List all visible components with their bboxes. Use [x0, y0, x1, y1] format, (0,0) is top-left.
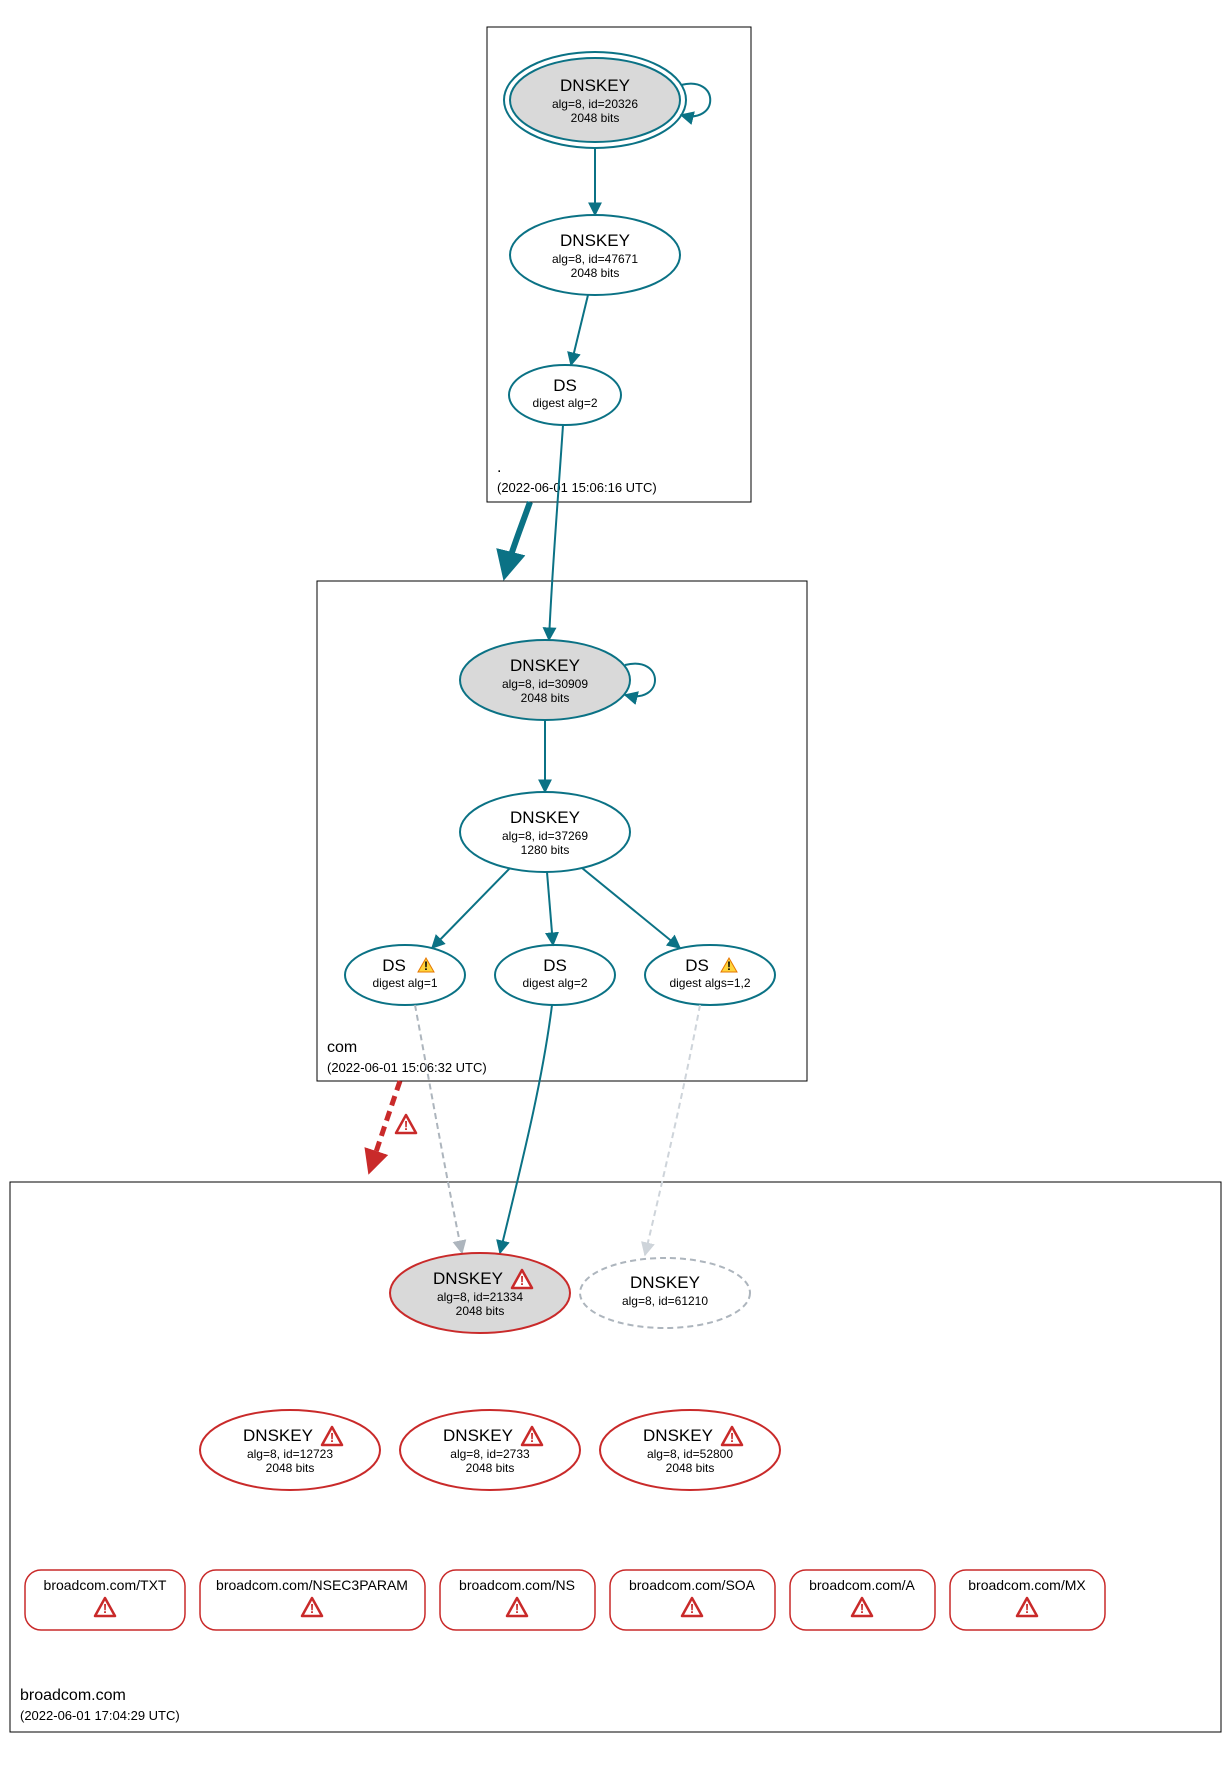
edge-rootds-comksk	[549, 425, 563, 640]
svg-text:1280 bits: 1280 bits	[521, 843, 570, 857]
svg-text:alg=8, id=47671: alg=8, id=47671	[552, 252, 638, 266]
svg-text:2048 bits: 2048 bits	[666, 1461, 715, 1475]
zone-com-timestamp: (2022-06-01 15:06:32 UTC)	[327, 1060, 487, 1075]
svg-text:!: !	[330, 1430, 334, 1445]
svg-text:DS: DS	[382, 956, 406, 975]
record-mx: broadcom.com/MX !	[950, 1570, 1105, 1630]
svg-text:alg=8, id=21334: alg=8, id=21334	[437, 1290, 523, 1304]
com-ds3-node: DS digest algs=1,2 !	[645, 945, 775, 1005]
svg-text:!: !	[310, 1601, 314, 1616]
svg-text:!: !	[424, 959, 428, 973]
root-ds-node: DS digest alg=2	[509, 365, 621, 425]
svg-text:DNSKEY: DNSKEY	[560, 76, 630, 95]
com-ds1-node: DS digest alg=1 !	[345, 945, 465, 1005]
zone-broadcom-timestamp: (2022-06-01 17:04:29 UTC)	[20, 1708, 180, 1723]
broadcom-key2-node: DNSKEY alg=8, id=61210	[580, 1258, 750, 1328]
broadcom-key1-node: DNSKEY alg=8, id=21334 2048 bits !	[390, 1253, 570, 1333]
root-zsk-node: DNSKEY alg=8, id=47671 2048 bits	[510, 215, 680, 295]
edge-rootzsk-rootds	[571, 295, 588, 365]
svg-text:alg=8, id=37269: alg=8, id=37269	[502, 829, 588, 843]
svg-text:2048 bits: 2048 bits	[266, 1461, 315, 1475]
svg-text:broadcom.com/TXT: broadcom.com/TXT	[44, 1577, 167, 1593]
svg-text:2048 bits: 2048 bits	[521, 691, 570, 705]
broadcom-key-a-node: DNSKEY alg=8, id=12723 2048 bits !	[200, 1410, 380, 1490]
svg-text:alg=8, id=2733: alg=8, id=2733	[450, 1447, 530, 1461]
svg-text:DNSKEY: DNSKEY	[510, 808, 580, 827]
svg-text:broadcom.com/MX: broadcom.com/MX	[968, 1577, 1086, 1593]
svg-text:digest alg=2: digest alg=2	[532, 396, 597, 410]
svg-text:alg=8, id=12723: alg=8, id=12723	[247, 1447, 333, 1461]
svg-text:DNSKEY: DNSKEY	[560, 231, 630, 250]
edge-com-broadcom-delegation-error	[370, 1081, 400, 1170]
zone-root-timestamp: (2022-06-01 15:06:16 UTC)	[497, 480, 657, 495]
svg-text:!: !	[520, 1273, 524, 1288]
svg-text:alg=8, id=61210: alg=8, id=61210	[622, 1294, 708, 1308]
record-soa: broadcom.com/SOA !	[610, 1570, 775, 1630]
svg-text:DNSKEY: DNSKEY	[433, 1269, 503, 1288]
svg-text:DNSKEY: DNSKEY	[643, 1426, 713, 1445]
svg-text:!: !	[404, 1118, 408, 1133]
com-zsk-node: DNSKEY alg=8, id=37269 1280 bits	[460, 792, 630, 872]
svg-text:2048 bits: 2048 bits	[456, 1304, 505, 1318]
svg-text:2048 bits: 2048 bits	[571, 266, 620, 280]
com-ksk-node: DNSKEY alg=8, id=30909 2048 bits	[460, 640, 630, 720]
svg-text:broadcom.com/NS: broadcom.com/NS	[459, 1577, 575, 1593]
svg-text:DNSKEY: DNSKEY	[630, 1273, 700, 1292]
svg-text:DNSKEY: DNSKEY	[510, 656, 580, 675]
svg-text:alg=8, id=52800: alg=8, id=52800	[647, 1447, 733, 1461]
svg-text:DS: DS	[543, 956, 567, 975]
svg-text:broadcom.com/SOA: broadcom.com/SOA	[629, 1577, 756, 1593]
record-txt: broadcom.com/TXT !	[25, 1570, 185, 1630]
record-a: broadcom.com/A !	[790, 1570, 935, 1630]
svg-text:!: !	[1025, 1601, 1029, 1616]
svg-text:alg=8, id=20326: alg=8, id=20326	[552, 97, 638, 111]
svg-text:DS: DS	[685, 956, 709, 975]
svg-text:DS: DS	[553, 376, 577, 395]
edge-comzsk-ds3	[582, 868, 680, 948]
svg-text:2048 bits: 2048 bits	[571, 111, 620, 125]
edge-root-com-delegation	[505, 502, 530, 575]
zone-root-name: .	[497, 459, 501, 476]
broadcom-key-b-node: DNSKEY alg=8, id=2733 2048 bits !	[400, 1410, 580, 1490]
svg-text:2048 bits: 2048 bits	[466, 1461, 515, 1475]
zone-com-name: com	[327, 1039, 357, 1056]
root-ksk-node: DNSKEY alg=8, id=20326 2048 bits	[504, 52, 686, 148]
edge-comzsk-ds1	[432, 868, 510, 948]
svg-text:broadcom.com/NSEC3PARAM: broadcom.com/NSEC3PARAM	[216, 1577, 408, 1593]
svg-text:DNSKEY: DNSKEY	[443, 1426, 513, 1445]
record-ns: broadcom.com/NS !	[440, 1570, 595, 1630]
dnssec-diagram: . (2022-06-01 15:06:16 UTC) DNSKEY alg=8…	[0, 0, 1231, 1766]
svg-text:!: !	[860, 1601, 864, 1616]
svg-text:!: !	[690, 1601, 694, 1616]
svg-text:DNSKEY: DNSKEY	[243, 1426, 313, 1445]
edge-ds2-bkey1	[500, 1005, 552, 1253]
svg-text:digest alg=1: digest alg=1	[372, 976, 437, 990]
edge-ds3-bkey2	[645, 1005, 700, 1255]
svg-text:!: !	[530, 1430, 534, 1445]
zone-broadcom-name: broadcom.com	[20, 1687, 126, 1704]
svg-text:digest algs=1,2: digest algs=1,2	[669, 976, 750, 990]
error-icon: !	[396, 1115, 416, 1133]
svg-text:!: !	[730, 1430, 734, 1445]
edge-comzsk-ds2	[547, 872, 553, 945]
svg-text:broadcom.com/A: broadcom.com/A	[809, 1577, 915, 1593]
svg-text:!: !	[727, 959, 731, 973]
svg-text:!: !	[103, 1601, 107, 1616]
svg-text:alg=8, id=30909: alg=8, id=30909	[502, 677, 588, 691]
svg-text:digest alg=2: digest alg=2	[522, 976, 587, 990]
broadcom-key-c-node: DNSKEY alg=8, id=52800 2048 bits !	[600, 1410, 780, 1490]
com-ds2-node: DS digest alg=2	[495, 945, 615, 1005]
record-nsec3: broadcom.com/NSEC3PARAM !	[200, 1570, 425, 1630]
edge-ds1-bkey1	[415, 1005, 462, 1253]
svg-text:!: !	[515, 1601, 519, 1616]
